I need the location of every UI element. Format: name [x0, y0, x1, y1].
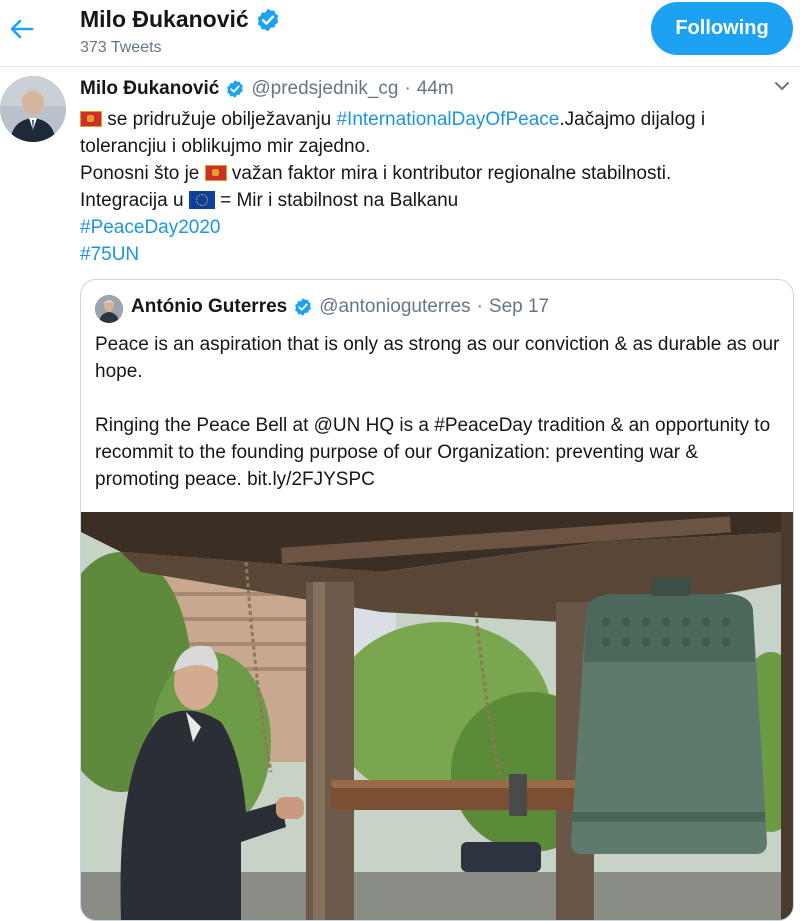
tweet-line-5: #75UN [80, 241, 780, 268]
tweet-author-handle[interactable]: @predsjednik_cg [251, 78, 398, 100]
tweet-text: se pridružuje obilježavanju #Internation… [80, 106, 780, 268]
tweet-text-segment: = Mir i stabilnost na Balkanu [214, 190, 459, 211]
tweet-separator: · [404, 78, 411, 99]
tweet-line-4: #PeaceDay2020 [80, 214, 780, 241]
following-button[interactable]: Following [651, 2, 793, 55]
tweet-count: 373 Tweets [80, 39, 162, 56]
tweet-text-segment: važan faktor mira i kontributor regional… [226, 163, 672, 184]
quoted-tweet[interactable]: António Guterres @antonioguterres · Sep … [80, 279, 794, 921]
header-title: Milo Đukanović [80, 6, 281, 33]
profile-header: Milo Đukanović 373 Tweets Following [0, 0, 800, 67]
verified-badge-icon [257, 8, 278, 31]
quoted-tweet-text: Peace is an aspiration that is only as s… [95, 331, 785, 493]
tweet-timestamp[interactable]: 44m [417, 78, 454, 100]
quoted-avatar-image [95, 295, 123, 323]
eu-flag-icon [188, 191, 215, 209]
quoted-timestamp: Sep 17 [488, 296, 550, 317]
author-avatar[interactable] [0, 76, 66, 142]
hashtag-link[interactable]: #75UN [80, 244, 139, 265]
quoted-author-name: António Guterres [131, 296, 288, 317]
tweet-text-segment: se pridružuje obilježavanju [102, 109, 337, 130]
quoted-author-handle: @antonioguterres [319, 296, 471, 317]
chevron-down-icon[interactable] [771, 78, 793, 94]
tweet-text-segment: Ponosni što je [80, 163, 205, 184]
quoted-paragraph-2: Ringing the Peace Bell at @UN HQ is a #P… [95, 415, 771, 490]
tweet-author-name[interactable]: Milo Đukanović [80, 78, 219, 100]
tweet-line-1: se pridružuje obilježavanju #Internation… [80, 106, 780, 160]
quoted-tweet-header: António Guterres @antonioguterres · Sep … [131, 296, 549, 318]
montenegro-flag-icon [204, 165, 227, 181]
hashtag-link[interactable]: #PeaceDay2020 [80, 217, 221, 238]
back-arrow-icon[interactable] [6, 14, 36, 44]
header-display-name: Milo Đukanović [80, 6, 249, 32]
quoted-tweet-photo[interactable] [81, 512, 793, 920]
verified-badge-icon [295, 298, 312, 316]
verified-badge-icon [227, 80, 244, 98]
tweet-header: Milo Đukanović @predsjednik_cg · 44m [80, 78, 454, 100]
tweet-line-2: Ponosni što je važan faktor mira i kontr… [80, 160, 780, 187]
montenegro-flag-icon [80, 111, 102, 127]
quoted-paragraph-1: Peace is an aspiration that is only as s… [95, 334, 780, 382]
quoted-separator: · [476, 296, 483, 317]
quoted-author-avatar [95, 295, 123, 323]
hashtag-link[interactable]: #InternationalDayOfPeace [336, 109, 559, 130]
avatar-image [0, 76, 66, 142]
tweet-text-segment: Integracija u [80, 190, 189, 211]
tweet-line-3: Integracija u = Mir i stabilnost na Balk… [80, 187, 780, 214]
